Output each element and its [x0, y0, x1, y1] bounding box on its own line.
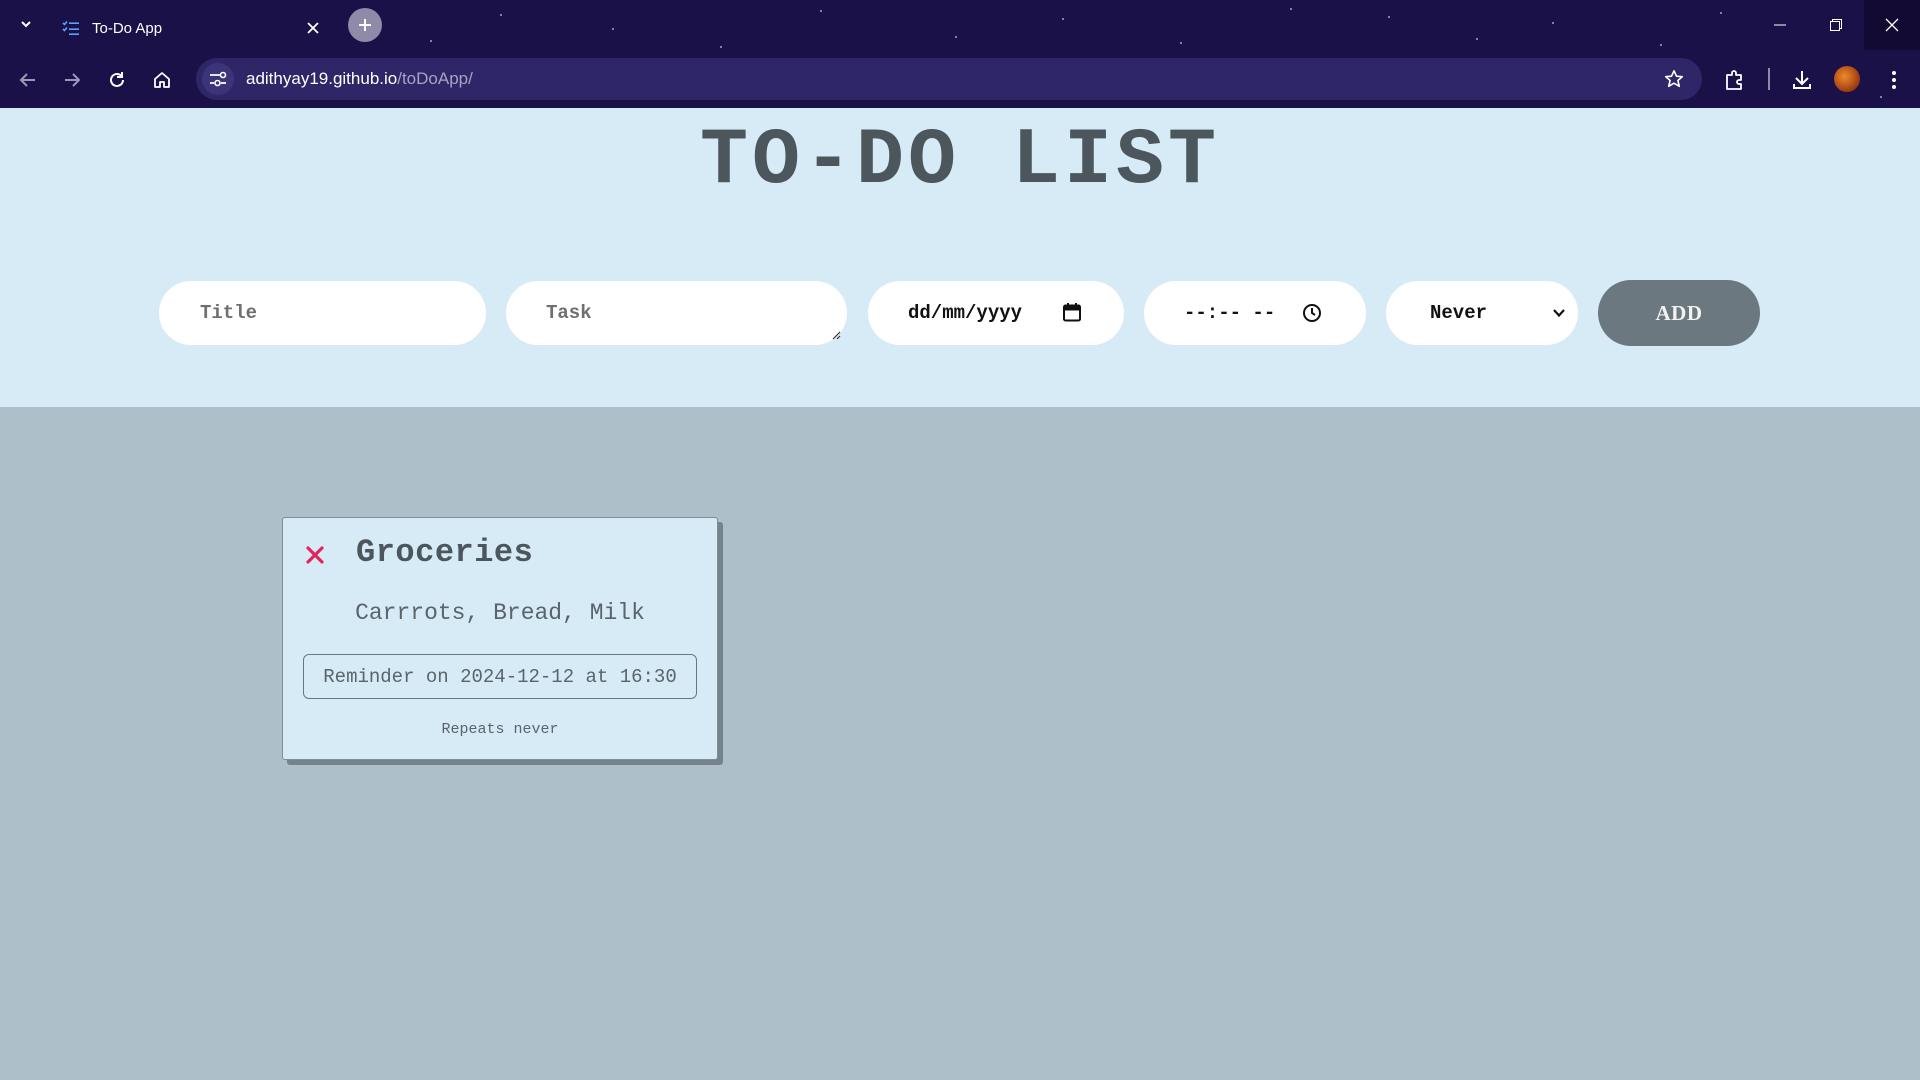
- forward-button[interactable]: [56, 64, 88, 96]
- task-card: Groceries Carrrots, Bread, Milk Reminder…: [282, 517, 718, 760]
- tab-title: To-Do App: [92, 19, 163, 37]
- calendar-icon[interactable]: [1062, 302, 1082, 322]
- back-button[interactable]: [12, 64, 44, 96]
- url-path: /toDoApp/: [397, 69, 473, 88]
- minimize-button[interactable]: [1752, 0, 1808, 50]
- add-button[interactable]: ADD: [1598, 280, 1760, 346]
- browser-chrome: To-Do App adithyay19.github.io/toDoApp/: [0, 0, 1920, 108]
- checklist-icon: [62, 18, 82, 38]
- window-controls: [1752, 0, 1920, 50]
- reload-icon: [110, 72, 124, 87]
- restore-button[interactable]: [1808, 0, 1864, 50]
- task-title: Groceries: [356, 534, 534, 571]
- profile-avatar[interactable]: [1834, 66, 1860, 92]
- close-tab-icon[interactable]: [302, 17, 324, 39]
- toolbar-divider: [1768, 68, 1770, 90]
- chevron-down-icon: [1553, 309, 1565, 318]
- url-text: adithyay19.github.io/toDoApp/: [246, 69, 1658, 89]
- tab-strip: To-Do App: [0, 0, 1920, 50]
- address-bar[interactable]: adithyay19.github.io/toDoApp/: [196, 58, 1702, 100]
- tab-search-icon[interactable]: [14, 12, 38, 36]
- more-vertical-icon: [1892, 71, 1896, 89]
- close-icon: [1885, 18, 1899, 32]
- page-title: TO-DO LIST: [699, 116, 1221, 207]
- task-reminder: Reminder on 2024-12-12 at 16:30: [303, 654, 697, 699]
- extensions-button[interactable]: [1719, 64, 1751, 96]
- task-placeholder: Task: [546, 302, 592, 324]
- browser-toolbar: adithyay19.github.io/toDoApp/: [0, 56, 1920, 104]
- download-icon: [1793, 71, 1811, 89]
- task-repeat: Repeats never: [441, 721, 559, 738]
- reload-button[interactable]: [101, 64, 133, 96]
- browser-menu-button[interactable]: [1878, 64, 1910, 96]
- title-placeholder: Title: [200, 302, 258, 324]
- clock-icon[interactable]: [1302, 303, 1322, 323]
- repeat-select[interactable]: Never: [1386, 281, 1578, 345]
- date-input[interactable]: dd/mm/yyyy: [868, 281, 1124, 345]
- arrow-left-icon: [19, 73, 35, 87]
- bookmark-star-icon[interactable]: [1658, 63, 1690, 95]
- time-input[interactable]: --:-- --: [1144, 281, 1366, 345]
- page-header: TO-DO LIST Title Task dd/mm/yyyy --:-- -…: [0, 108, 1920, 407]
- new-tab-button[interactable]: [348, 8, 382, 42]
- time-placeholder: --:-- --: [1184, 302, 1276, 324]
- restore-icon: [1830, 19, 1842, 31]
- resize-grip-icon[interactable]: [831, 330, 841, 340]
- home-button[interactable]: [146, 64, 178, 96]
- minimize-icon: [1774, 24, 1786, 26]
- delete-task-icon[interactable]: [303, 543, 327, 567]
- puzzle-icon: [1726, 70, 1742, 90]
- url-host: adithyay19.github.io: [246, 69, 398, 88]
- tab-todo-app[interactable]: To-Do App: [50, 6, 336, 50]
- title-input[interactable]: Title: [159, 281, 486, 345]
- downloads-button[interactable]: [1786, 64, 1818, 96]
- plus-icon: [359, 19, 371, 31]
- home-icon: [154, 72, 170, 88]
- arrow-right-icon: [65, 73, 81, 87]
- site-info-icon[interactable]: [202, 63, 234, 95]
- date-placeholder: dd/mm/yyyy: [908, 302, 1023, 324]
- close-window-button[interactable]: [1864, 0, 1920, 50]
- repeat-selected-value: Never: [1430, 302, 1488, 324]
- task-body: Carrrots, Bread, Milk: [355, 600, 645, 626]
- task-textarea[interactable]: Task: [506, 281, 847, 345]
